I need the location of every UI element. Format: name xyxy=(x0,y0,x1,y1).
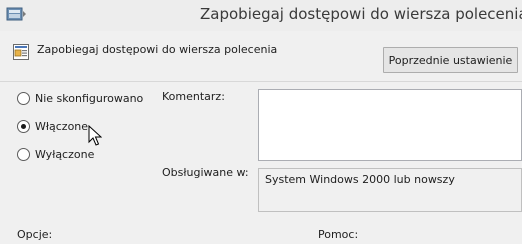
radio-enabled-label: Włączone xyxy=(35,120,89,133)
radio-disabled-circle[interactable] xyxy=(17,148,30,161)
window-title: Zapobiegaj dostępowi do wiersza poleceni… xyxy=(200,5,522,23)
radio-not-configured[interactable]: Nie skonfigurowano xyxy=(17,92,143,105)
supported-on-field: System Windows 2000 lub nowszy xyxy=(258,168,522,212)
header-divider xyxy=(0,81,522,82)
policy-name: Zapobiegaj dostępowi do wiersza poleceni… xyxy=(37,43,278,56)
radio-disabled[interactable]: Wyłączone xyxy=(17,148,94,161)
options-section-label: Opcje: xyxy=(17,228,53,241)
policy-setting-icon xyxy=(13,44,29,60)
help-section-label: Pomoc: xyxy=(318,228,359,241)
mouse-pointer-icon xyxy=(88,125,102,146)
comment-label: Komentarz: xyxy=(162,90,225,103)
radio-disabled-label: Wyłączone xyxy=(35,148,95,161)
comment-textarea[interactable] xyxy=(258,89,522,161)
radio-not-configured-label: Nie skonfigurowano xyxy=(35,92,144,105)
radio-not-configured-circle[interactable] xyxy=(17,92,30,105)
radio-enabled[interactable]: Włączone xyxy=(17,120,88,133)
policy-editor-panel: Zapobiegaj dostępowi do wiersza poleceni… xyxy=(0,31,522,244)
supported-on-label: Obsługiwane w: xyxy=(162,166,249,179)
radio-enabled-circle[interactable] xyxy=(17,120,30,133)
title-bar: Zapobiegaj dostępowi do wiersza poleceni… xyxy=(0,0,522,31)
previous-setting-button[interactable]: Poprzednie ustawienie xyxy=(383,47,518,73)
policy-app-icon xyxy=(6,7,26,21)
